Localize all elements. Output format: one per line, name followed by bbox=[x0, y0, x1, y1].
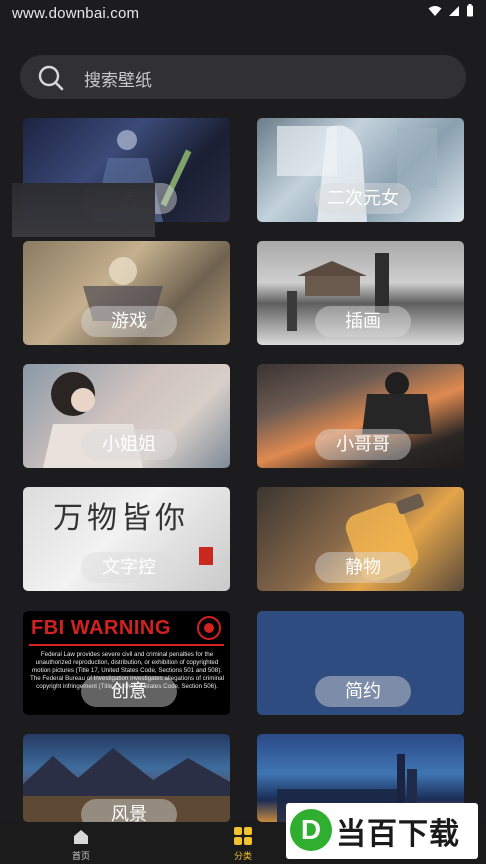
fbi-divider bbox=[29, 644, 224, 646]
category-card-text[interactable]: 万物皆你 文字控 bbox=[23, 487, 230, 591]
category-label: 二次元女 bbox=[315, 183, 411, 214]
category-label: 小哥哥 bbox=[315, 429, 411, 460]
category-card-game[interactable]: 游戏 bbox=[23, 241, 230, 345]
nav-categories[interactable]: 分类 bbox=[213, 822, 273, 864]
category-label: 文字控 bbox=[81, 552, 177, 583]
category-card-scenery[interactable]: 风景 bbox=[23, 734, 230, 822]
red-seal-icon bbox=[199, 547, 213, 565]
brand-logo-letter: D bbox=[300, 814, 322, 845]
category-label: 小姐姐 bbox=[81, 429, 177, 460]
fbi-warning-title: FBI WARNING bbox=[31, 617, 171, 639]
category-card-young-man[interactable]: 小哥哥 bbox=[257, 364, 464, 468]
brand-text: 当百下载 bbox=[336, 817, 460, 852]
brand-watermark: D 当百下载 bbox=[286, 803, 478, 859]
category-card-illustration[interactable]: 插画 bbox=[257, 241, 464, 345]
category-label: 游戏 bbox=[81, 306, 177, 337]
grid-icon bbox=[234, 827, 252, 845]
nav-home[interactable]: 首页 bbox=[51, 822, 111, 864]
category-label: 风景 bbox=[81, 799, 177, 822]
nav-label-categories: 分类 bbox=[233, 852, 252, 862]
category-card-creative[interactable]: FBI WARNING Federal Law provides severe … bbox=[23, 611, 230, 715]
category-label: 简约 bbox=[315, 676, 411, 707]
redaction-block bbox=[12, 183, 155, 237]
category-card-anime-girl[interactable]: 二次元女 bbox=[257, 118, 464, 222]
calligraphy-art: 万物皆你 bbox=[53, 501, 189, 536]
category-label: 插画 bbox=[315, 306, 411, 337]
brand-logo-icon: D bbox=[290, 809, 332, 851]
category-label: 静物 bbox=[315, 552, 411, 583]
category-card-still-life[interactable]: 静物 bbox=[257, 487, 464, 591]
home-icon bbox=[74, 830, 88, 844]
nav-label-home: 首页 bbox=[71, 852, 90, 862]
fbi-seal-icon bbox=[197, 616, 221, 640]
category-card-young-lady[interactable]: 小姐姐 bbox=[23, 364, 230, 468]
category-label: 创意 bbox=[81, 676, 177, 707]
category-grid: 男 二次元女 游戏 插画 小姐姐 bbox=[0, 0, 486, 864]
category-card-minimal[interactable]: 简约 bbox=[257, 611, 464, 715]
